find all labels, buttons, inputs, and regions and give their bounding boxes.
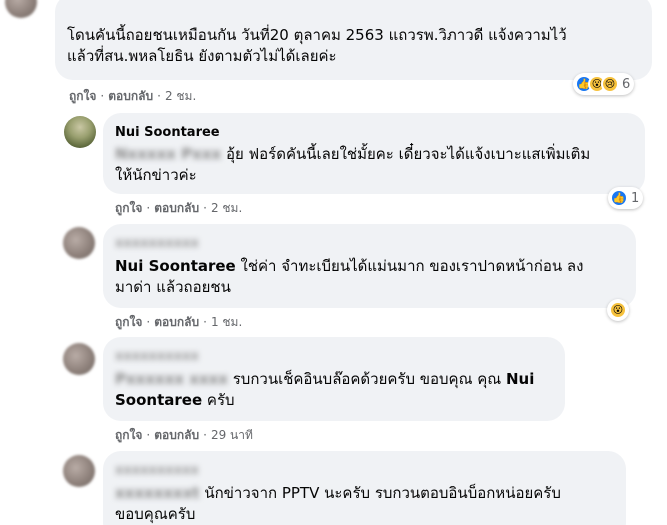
reaction-summary[interactable]: 😮 [607, 299, 629, 321]
comment-bubble: Nui Soontaree Nxxxxx Pxxx อุ้ย ฟอร์ดคันน… [103, 113, 645, 194]
comment-line: ใช่ค่า จำทะเบียนได้แม่นมาก ของเราปาดหน้า… [235, 257, 584, 275]
reply-link[interactable]: ตอบกลับ [154, 201, 199, 215]
comment-text: Pxxxxxx xxxx รบกวนเช็คอินบล๊อคด้วยครับ ข… [115, 369, 553, 411]
comment-line: มาด่า แล้วถอยชน [115, 278, 231, 296]
like-link[interactable]: ถูกใจ [115, 201, 142, 215]
comment-line: รบกวนเช็คอินบล๊อคด้วยครับ ขอบคุณ คุณ [227, 370, 506, 388]
like-link[interactable]: ถูกใจ [115, 315, 142, 329]
comment-actions: ถูกใจ · ตอบกลับ · 29 นาที [115, 428, 253, 442]
reaction-summary[interactable]: 👍 😮 😢 6 [573, 73, 635, 95]
comment-line: ครับ [202, 391, 235, 409]
reaction-count: 1 [631, 190, 640, 206]
like-link[interactable]: ถูกใจ [69, 89, 96, 103]
avatar[interactable] [5, 0, 37, 18]
timestamp[interactable]: 1 ชม. [211, 315, 242, 329]
comment-line: ขอบคุณครับ [115, 505, 196, 523]
mention-link[interactable]: Soontaree [115, 391, 202, 409]
comment-bubble: xxxxxxxxxx xxxxxxxxt นักข่าวจาก PPTV นะค… [103, 451, 626, 525]
comment-actions: ถูกใจ · ตอบกลับ · 1 ชม. [115, 315, 243, 329]
comment-text: โดนคันนี้ถอยชนเหมือนกัน วันที่20 ตุลาคม … [67, 25, 640, 67]
comment-text: xxxxxxxxt นักข่าวจาก PPTV นะครับ รบกวนตอ… [115, 483, 614, 525]
mention-blurred[interactable]: Pxxxxxx xxxx [115, 370, 228, 388]
comment-line: ให้นักข่าวค่ะ [115, 166, 197, 184]
wow-icon: 😮 [609, 301, 627, 319]
comment-text: Nui Soontaree ใช่ค่า จำทะเบียนได้แม่นมาก… [115, 256, 624, 298]
comment-line: นักข่าวจาก PPTV นะครับ รบกวนตอบอินบ็อกหน… [199, 484, 561, 502]
comment-line: แล้วที่สน.พหลโยธิน ยังตามตัวไม่ได้เลยค่ะ [67, 47, 337, 65]
mention-blurred[interactable]: Nxxxxx Pxxx [115, 145, 221, 163]
avatar[interactable] [63, 227, 95, 259]
comment-author[interactable]: xxxxxxxxxx [115, 349, 553, 365]
comment-actions: ถูกใจ · ตอบกลับ · 2 ชม. [115, 201, 243, 215]
comment-line: อุ้ย ฟอร์ดคันนี้เลยใช่มั้ยคะ เดี๋ยวจะได้… [225, 145, 591, 163]
comment-author[interactable]: xxxxxxxxxx [115, 463, 614, 479]
comment-actions: ถูกใจ · ตอบกลับ · 2 ชม. [69, 89, 197, 103]
like-icon: 👍 [610, 189, 628, 207]
sad-icon: 😢 [601, 75, 619, 93]
comment-text: Nxxxxx Pxxx อุ้ย ฟอร์ดคันนี้เลยใช่มั้ยคะ… [115, 144, 633, 186]
comment-author[interactable]: xxxxxxxxxx [115, 236, 624, 252]
reply-link[interactable]: ตอบกลับ [154, 428, 199, 442]
reply-link[interactable]: ตอบกลับ [108, 89, 153, 103]
mention-link[interactable]: Nui Soontaree [115, 257, 236, 275]
comment-bubble: โดนคันนี้ถอยชนเหมือนกัน วันที่20 ตุลาคม … [55, 0, 652, 80]
reaction-summary[interactable]: 👍 1 [608, 187, 644, 209]
reaction-count: 6 [622, 76, 631, 92]
comment-bubble: xxxxxxxxxx Pxxxxxx xxxx รบกวนเช็คอินบล๊อ… [103, 337, 565, 421]
avatar[interactable] [64, 116, 96, 148]
comment-bubble: xxxxxxxxxx Nui Soontaree ใช่ค่า จำทะเบีย… [103, 224, 636, 308]
avatar[interactable] [63, 455, 95, 487]
timestamp[interactable]: 2 ชม. [165, 89, 196, 103]
avatar[interactable] [63, 343, 95, 375]
timestamp[interactable]: 29 นาที [211, 428, 253, 442]
timestamp[interactable]: 2 ชม. [211, 201, 242, 215]
comment-line: โดนคันนี้ถอยชนเหมือนกัน วันที่20 ตุลาคม … [67, 26, 567, 44]
reply-link[interactable]: ตอบกลับ [154, 315, 199, 329]
mention-link[interactable]: Nui [506, 370, 534, 388]
like-link[interactable]: ถูกใจ [115, 428, 142, 442]
mention-blurred[interactable]: xxxxxxxxt [115, 484, 200, 502]
comment-author[interactable]: Nui Soontaree [115, 125, 633, 141]
